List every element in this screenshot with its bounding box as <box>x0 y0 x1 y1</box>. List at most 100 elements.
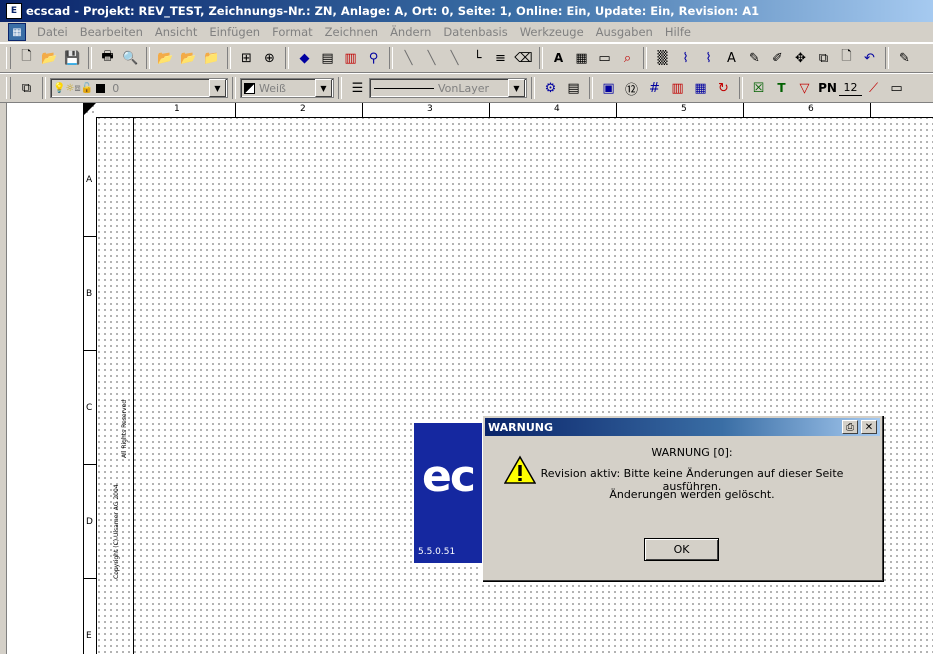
menu-aendern[interactable]: Ändern <box>384 25 437 39</box>
title-strip-border <box>133 117 134 654</box>
standard-toolbar: 🗋 📂 💾 🖶 🔍 📂 📂 📁 ⊞ ⊕ ◆ ▤ ▥ ⚲ ╲ ╲ ╲ └ ≡ ⌫ … <box>0 43 933 73</box>
properties-icon[interactable]: ⚙ <box>539 77 562 99</box>
toolbar-grip[interactable] <box>6 47 11 69</box>
column-label: 1 <box>174 104 180 114</box>
chevron-down-icon[interactable]: ▼ <box>508 79 525 97</box>
document-icon[interactable]: 🗋 <box>835 47 858 69</box>
brush-icon[interactable]: ✐ <box>766 47 789 69</box>
menu-datenbasis[interactable]: Datenbasis <box>437 25 513 39</box>
copyright-line: Copyright (C) Ulsamer AG 2004 <box>113 484 120 579</box>
menu-einfuegen[interactable]: Einfügen <box>203 25 266 39</box>
extra-tool-icon[interactable]: ✎ <box>893 47 916 69</box>
ecscad-app-icon[interactable]: E <box>6 3 22 19</box>
zoom-window-icon[interactable]: ⌕ <box>616 47 639 69</box>
pn-button[interactable]: PN <box>816 77 839 99</box>
toolbar-grip-2[interactable] <box>6 77 11 99</box>
column-label: 5 <box>681 104 687 114</box>
terminal-icon[interactable]: ▤ <box>316 47 339 69</box>
component-icon[interactable]: ◆ <box>293 47 316 69</box>
print-preview-icon[interactable]: 🔍 <box>119 47 142 69</box>
lock-icon: 🔓 <box>80 82 94 94</box>
warning-dialog: WARNUNG ⎙ ✕ WARNUNG [0]: Revision aktiv:… <box>482 415 883 581</box>
open-file-icon[interactable]: 📂 <box>38 47 61 69</box>
linetype-select[interactable]: VonLayer ▼ <box>369 78 527 98</box>
rectangle-icon[interactable]: ▭ <box>593 47 616 69</box>
grid-icon[interactable]: ⊞ <box>235 47 258 69</box>
row-label: D <box>86 517 93 527</box>
pencil-icon[interactable]: ✎ <box>743 47 766 69</box>
menu-werkzeuge[interactable]: Werkzeuge <box>514 25 590 39</box>
chevron-down-icon[interactable]: ▼ <box>209 79 226 97</box>
color-select[interactable]: Weiß ▼ <box>240 78 334 98</box>
dialog-message-line2: Änderungen werden gelöscht. <box>609 488 775 501</box>
binoculars-icon[interactable]: ⊕ <box>258 47 281 69</box>
menu-ausgaben[interactable]: Ausgaben <box>590 25 659 39</box>
close-icon[interactable]: ✕ <box>861 420 877 434</box>
angle-line-icon[interactable]: └ <box>466 47 489 69</box>
splash-version: 5.5.0.51 <box>418 547 456 557</box>
dialog-title-bar[interactable]: WARNUNG ⎙ ✕ <box>485 418 880 436</box>
refresh-icon[interactable]: ↻ <box>712 77 735 99</box>
window-title: ecscad - Projekt: REV_TEST, Zeichnungs-N… <box>26 4 760 18</box>
open-page-icon[interactable]: 📂 <box>177 47 200 69</box>
number-button[interactable]: 12 <box>839 81 862 96</box>
document-window-icon[interactable]: ▦ <box>8 23 26 41</box>
copyright-text: Copyright (C) Ulsamer AG 2004 All Rights… <box>111 399 131 583</box>
save-icon[interactable]: 💾 <box>61 47 84 69</box>
menu-bar: ▦ Datei Bearbeiten Ansicht Einfügen Form… <box>0 22 933 43</box>
terminal-red-icon[interactable]: ▥ <box>339 47 362 69</box>
menu-zeichnen[interactable]: Zeichnen <box>319 25 384 39</box>
layer-manager-icon[interactable]: ⧉ <box>15 77 38 99</box>
splash-screen: ec 5.5.0.51 <box>414 423 484 563</box>
menu-format[interactable]: Format <box>266 25 319 39</box>
t-box-icon[interactable]: T <box>770 77 793 99</box>
hash-icon[interactable]: # <box>643 77 666 99</box>
print-icon[interactable]: 🖶 <box>96 47 119 69</box>
circuit-icon[interactable]: ▣ <box>597 77 620 99</box>
line-dashed-icon[interactable]: ╲ <box>420 47 443 69</box>
search-icon[interactable]: ⚲ <box>362 47 385 69</box>
table-icon[interactable]: ▦ <box>570 47 593 69</box>
lightbulb-icon: 💡☼ <box>53 82 75 94</box>
matrix-icon[interactable]: ▦ <box>689 77 712 99</box>
line-dotted-icon[interactable]: ╲ <box>443 47 466 69</box>
column-label: 4 <box>554 104 560 114</box>
connector-icon[interactable]: ▥ <box>666 77 689 99</box>
parallel-lines-icon[interactable]: ≡ <box>489 47 512 69</box>
move-icon[interactable]: ✥ <box>789 47 812 69</box>
slash-line-icon[interactable]: ⟋ <box>862 77 885 99</box>
cable-icon[interactable]: ⌇ <box>697 47 720 69</box>
line-icon[interactable]: ╲ <box>397 47 420 69</box>
list-icon[interactable]: ▤ <box>562 77 585 99</box>
chevron-down-icon[interactable]: ▼ <box>315 79 332 97</box>
dialog-heading: WARNUNG [0]: <box>651 446 733 459</box>
row-label: C <box>86 403 93 413</box>
window-icon[interactable]: ▭ <box>885 77 908 99</box>
text-edit-icon[interactable]: A <box>720 47 743 69</box>
row-label: A <box>86 175 93 185</box>
lineweight-icon[interactable]: ☰ <box>346 77 369 99</box>
column-label: 2 <box>300 104 306 114</box>
column-ruler: 1 2 3 4 5 6 <box>96 103 933 118</box>
layer-select[interactable]: 💡☼ ⧈ 🔓 0 ▼ <box>50 78 228 98</box>
cross-box-icon[interactable]: ☒ <box>747 77 770 99</box>
ok-button[interactable]: OK <box>644 538 719 561</box>
open-sheet-icon[interactable]: 📁 <box>200 47 223 69</box>
text-icon[interactable]: A <box>547 47 570 69</box>
new-file-icon[interactable]: 🗋 <box>15 47 38 69</box>
menu-hilfe[interactable]: Hilfe <box>659 25 697 39</box>
eraser-icon[interactable]: ⌫ <box>512 47 535 69</box>
print-icon[interactable]: ⎙ <box>842 420 858 434</box>
undo-icon[interactable]: ↶ <box>858 47 881 69</box>
row-label: B <box>86 289 93 299</box>
open-project-icon[interactable]: 📂 <box>154 47 177 69</box>
wire-icon[interactable]: ⌇ <box>674 47 697 69</box>
copy-icon[interactable]: ⧉ <box>812 47 835 69</box>
copyright-rights: All Rights Reserved <box>121 399 128 458</box>
menu-bearbeiten[interactable]: Bearbeiten <box>74 25 149 39</box>
menu-ansicht[interactable]: Ansicht <box>149 25 203 39</box>
triangle-icon[interactable]: ▽ <box>793 77 816 99</box>
hatch-icon[interactable]: ▒ <box>651 47 674 69</box>
numbering-icon[interactable]: ⑫ <box>620 77 643 99</box>
menu-datei[interactable]: Datei <box>31 25 74 39</box>
